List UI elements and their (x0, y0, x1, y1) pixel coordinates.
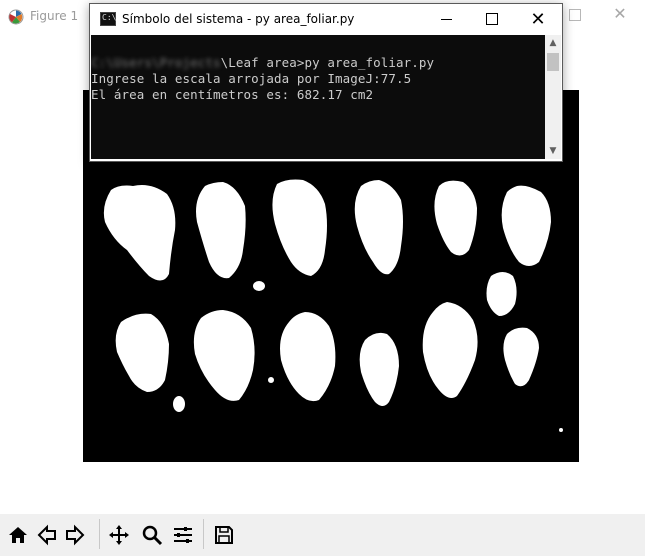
save-icon (215, 526, 233, 544)
console-prompt-line: C:\Users\Projects\Leaf area>py area_foli… (91, 55, 434, 70)
console-window: C:\ Símbolo del sistema - py area_foliar… (89, 3, 563, 162)
pan-button[interactable] (106, 522, 132, 548)
scrollbar-thumb[interactable] (547, 53, 559, 71)
figure-toolbar (0, 514, 645, 556)
figure-close-button[interactable]: ✕ (612, 6, 628, 22)
leaf (253, 281, 265, 291)
forward-icon (66, 524, 85, 546)
back-button[interactable] (34, 522, 60, 548)
scroll-down-icon[interactable]: ▼ (545, 143, 561, 159)
configure-subplots-button[interactable] (170, 522, 196, 548)
leaf (559, 428, 563, 432)
save-button[interactable] (211, 522, 237, 548)
forward-button[interactable] (62, 522, 88, 548)
console-close-button[interactable]: ✕ (528, 10, 548, 30)
console-scrollbar[interactable]: ▲ ▼ (545, 35, 561, 159)
pan-icon (109, 525, 129, 545)
back-icon (37, 524, 56, 546)
console-output[interactable]: C:\Users\Projects\Leaf area>py area_foli… (91, 35, 545, 159)
console-result-line: El área en centímetros es: 682.17 cm2 (91, 87, 374, 102)
toolbar-separator (203, 519, 204, 549)
prompt-command: \Leaf area>py area_foliar.py (220, 55, 435, 70)
figure-title: Figure 1 (30, 9, 79, 23)
console-titlebar[interactable]: C:\ Símbolo del sistema - py area_foliar… (90, 4, 562, 35)
toolbar-separator (99, 519, 100, 549)
matplotlib-logo-icon (8, 9, 24, 25)
figure-maximize-button[interactable] (569, 9, 581, 21)
console-minimize-button[interactable] (441, 19, 452, 20)
console-title: Símbolo del sistema - py area_foliar.py (122, 12, 355, 26)
leaf (173, 396, 185, 412)
console-input-line: Ingrese la escala arrojada por ImageJ:77… (91, 71, 412, 86)
home-icon (9, 527, 27, 543)
zoom-icon (142, 525, 163, 546)
home-button[interactable] (5, 522, 31, 548)
zoom-button[interactable] (139, 522, 165, 548)
blurred-path: C:\Users\Projects (91, 55, 221, 70)
console-maximize-button[interactable] (486, 13, 498, 25)
scroll-up-icon[interactable]: ▲ (545, 35, 561, 51)
configure-subplots-icon (174, 527, 192, 543)
leaf (268, 377, 274, 383)
cmd-icon: C:\ (100, 12, 116, 26)
